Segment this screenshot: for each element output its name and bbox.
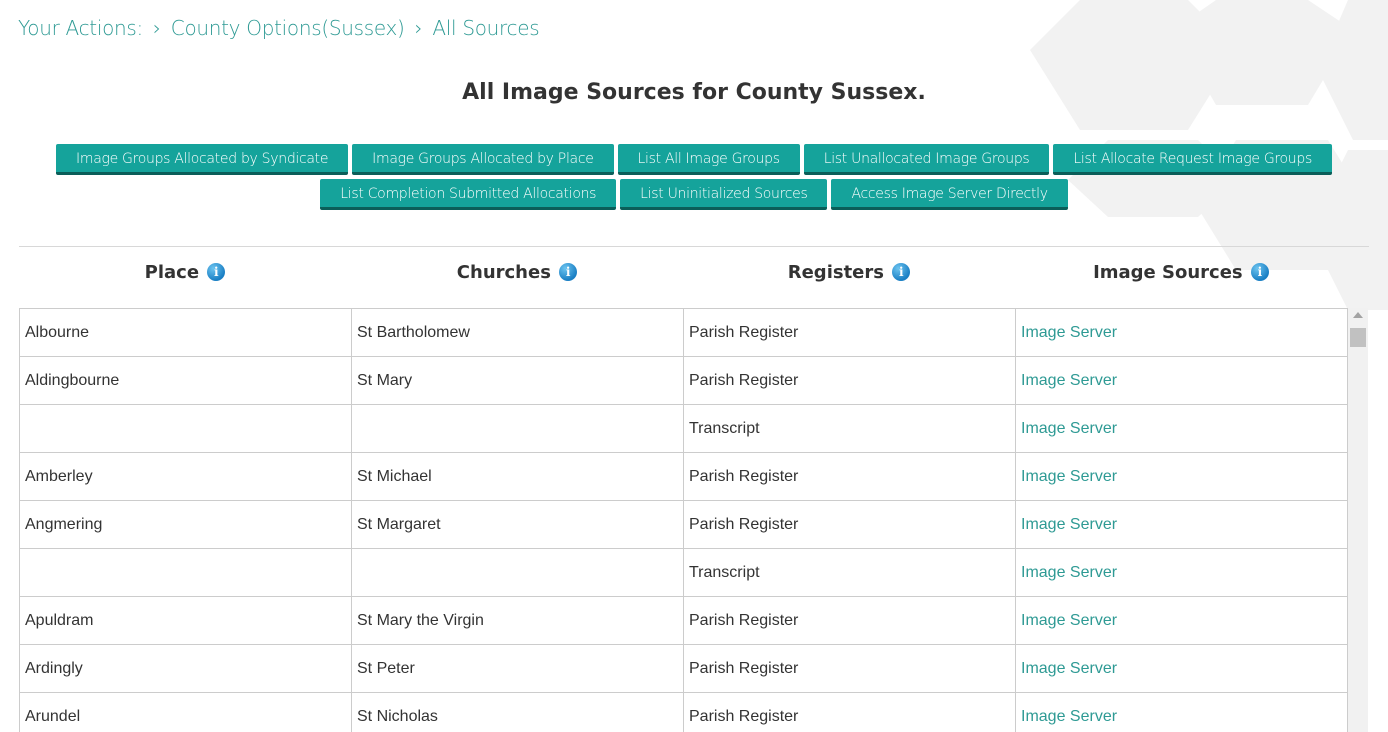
- page: Your Actions: › County Options(Sussex) ›…: [0, 0, 1388, 732]
- column-header-label: Place: [144, 262, 200, 283]
- info-icon[interactable]: i: [207, 263, 226, 281]
- column-header-label: Registers: [787, 262, 884, 283]
- table-row: Amberley St Michael Parish Register Imag…: [19, 452, 1348, 501]
- action-buttons-row-1: Image Groups Allocated by Syndicate Imag…: [0, 144, 1388, 175]
- image-server-link[interactable]: Image Server: [1015, 308, 1348, 357]
- info-icon[interactable]: i: [1250, 263, 1269, 281]
- column-header-image-sources: Image Sources i: [1015, 262, 1347, 283]
- info-icon[interactable]: i: [559, 263, 578, 281]
- scroll-thumb[interactable]: [1350, 328, 1366, 347]
- column-header-place: Place i: [19, 262, 351, 283]
- register-cell: Parish Register: [683, 596, 1016, 645]
- place-cell: Albourne: [19, 308, 352, 357]
- place-cell: Apuldram: [19, 596, 352, 645]
- place-cell: Arundel: [19, 692, 352, 732]
- place-cell: Angmering: [19, 500, 352, 549]
- table-header: Place i Churches i Registers i Image Sou…: [19, 262, 1347, 283]
- info-icon[interactable]: i: [892, 263, 911, 281]
- place-cell: Aldingbourne: [19, 356, 352, 405]
- church-cell: St Bartholomew: [351, 308, 684, 357]
- image-server-link[interactable]: Image Server: [1015, 404, 1348, 453]
- church-cell: [351, 548, 684, 597]
- image-groups-by-place-button[interactable]: Image Groups Allocated by Place: [352, 144, 614, 175]
- image-groups-by-syndicate-button[interactable]: Image Groups Allocated by Syndicate: [56, 144, 349, 175]
- breadcrumb-prefix: Your Actions:: [18, 16, 143, 40]
- column-header-label: Image Sources: [1093, 262, 1243, 283]
- table-row: Aldingbourne St Mary Parish Register Ima…: [19, 356, 1348, 405]
- column-header-registers: Registers i: [683, 262, 1015, 283]
- breadcrumb: Your Actions: › County Options(Sussex) ›…: [18, 16, 540, 40]
- page-title: All Image Sources for County Sussex.: [462, 80, 926, 105]
- breadcrumb-separator: ›: [153, 16, 161, 40]
- section-divider: [19, 246, 1369, 247]
- register-cell: Transcript: [683, 548, 1016, 597]
- church-cell: [351, 404, 684, 453]
- register-cell: Parish Register: [683, 452, 1016, 501]
- register-cell: Transcript: [683, 404, 1016, 453]
- place-cell: [19, 548, 352, 597]
- list-uninitialized-sources-button[interactable]: List Uninitialized Sources: [620, 179, 828, 210]
- table-row: Arundel St Nicholas Parish Register Imag…: [19, 692, 1348, 732]
- church-cell: St Michael: [351, 452, 684, 501]
- place-cell: Amberley: [19, 452, 352, 501]
- image-server-link[interactable]: Image Server: [1015, 596, 1348, 645]
- church-cell: St Mary the Virgin: [351, 596, 684, 645]
- breadcrumb-separator: ›: [414, 16, 423, 40]
- register-cell: Parish Register: [683, 644, 1016, 693]
- table-row: Albourne St Bartholomew Parish Register …: [19, 308, 1348, 357]
- table-row: Transcript Image Server: [19, 404, 1348, 453]
- image-server-link[interactable]: Image Server: [1015, 500, 1348, 549]
- scroll-up-arrow-icon[interactable]: [1353, 312, 1363, 318]
- image-server-link[interactable]: Image Server: [1015, 692, 1348, 732]
- list-allocate-request-image-groups-button[interactable]: List Allocate Request Image Groups: [1053, 144, 1332, 175]
- breadcrumb-link-all-sources[interactable]: All Sources: [432, 16, 539, 40]
- table-row: Angmering St Margaret Parish Register Im…: [19, 500, 1348, 549]
- breadcrumb-link-county-options[interactable]: County Options(Sussex): [171, 16, 405, 40]
- column-header-label: Churches: [456, 262, 551, 283]
- place-cell: Ardingly: [19, 644, 352, 693]
- register-cell: Parish Register: [683, 356, 1016, 405]
- table-row: Ardingly St Peter Parish Register Image …: [19, 644, 1348, 693]
- list-completion-submitted-allocations-button[interactable]: List Completion Submitted Allocations: [320, 179, 617, 210]
- table-scrollbar[interactable]: [1348, 308, 1368, 732]
- column-header-churches: Churches i: [351, 262, 683, 283]
- register-cell: Parish Register: [683, 692, 1016, 732]
- register-cell: Parish Register: [683, 500, 1016, 549]
- church-cell: St Margaret: [351, 500, 684, 549]
- image-server-link[interactable]: Image Server: [1015, 644, 1348, 693]
- register-cell: Parish Register: [683, 308, 1016, 357]
- place-cell: [19, 404, 352, 453]
- table-row: Apuldram St Mary the Virgin Parish Regis…: [19, 596, 1348, 645]
- image-server-link[interactable]: Image Server: [1015, 452, 1348, 501]
- image-server-link[interactable]: Image Server: [1015, 356, 1348, 405]
- image-server-link[interactable]: Image Server: [1015, 548, 1348, 597]
- sources-table-scroll-area[interactable]: Albourne St Bartholomew Parish Register …: [19, 308, 1348, 732]
- church-cell: St Mary: [351, 356, 684, 405]
- sources-table: Albourne St Bartholomew Parish Register …: [19, 308, 1348, 732]
- church-cell: St Nicholas: [351, 692, 684, 732]
- access-image-server-button[interactable]: Access Image Server Directly: [831, 179, 1068, 210]
- table-row: Transcript Image Server: [19, 548, 1348, 597]
- list-unallocated-image-groups-button[interactable]: List Unallocated Image Groups: [803, 144, 1050, 175]
- action-buttons-row-2: List Completion Submitted Allocations Li…: [0, 179, 1388, 210]
- church-cell: St Peter: [351, 644, 684, 693]
- list-all-image-groups-button[interactable]: List All Image Groups: [617, 144, 800, 175]
